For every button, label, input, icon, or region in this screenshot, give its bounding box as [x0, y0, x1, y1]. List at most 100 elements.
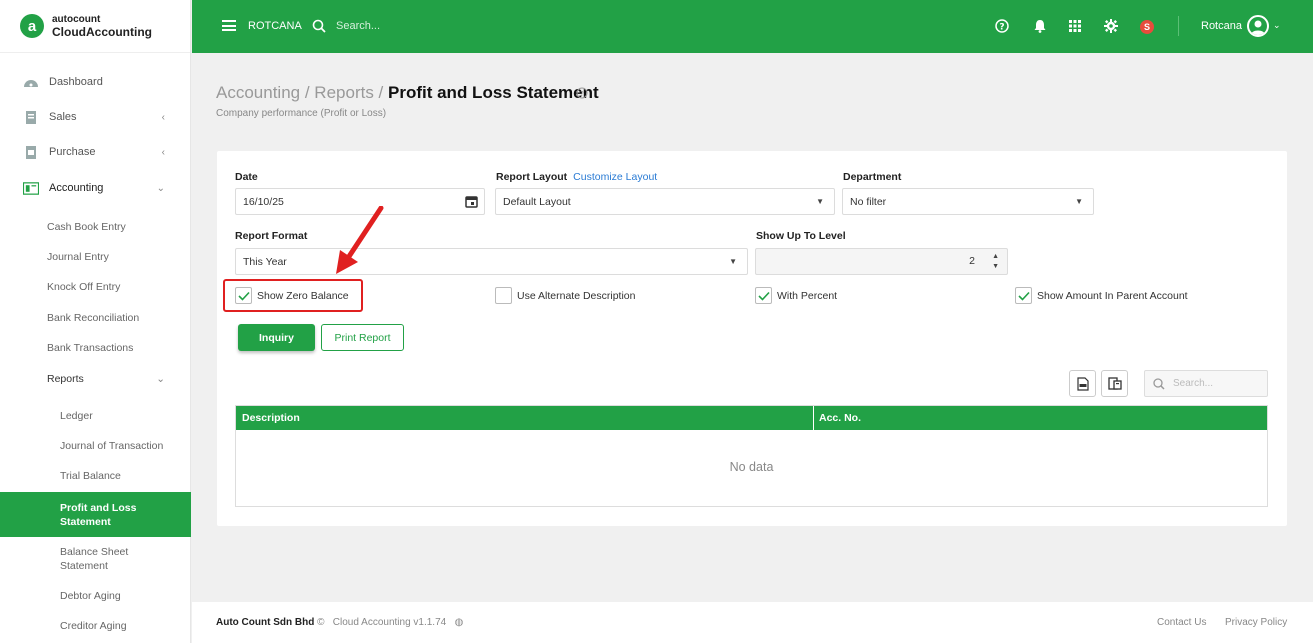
- with-percent-label: With Percent: [777, 289, 838, 302]
- help-icon[interactable]: ?: [994, 18, 1010, 34]
- parent-account-checkbox[interactable]: Show Amount In Parent Account: [1015, 287, 1188, 304]
- sidebar-item-label: Dashboard: [49, 76, 103, 88]
- accounting-icon: [23, 181, 39, 195]
- sidebar-item-balance-sheet[interactable]: Balance Sheet Statement: [0, 539, 191, 579]
- purchase-icon: [23, 145, 39, 159]
- top-search-input[interactable]: Search...: [336, 20, 380, 32]
- brand-mark: a: [20, 14, 44, 38]
- page-title: Profit and Loss Statement: [388, 83, 599, 102]
- date-label: Date: [235, 171, 258, 183]
- sidebar-item-purchase[interactable]: Purchase ‹: [0, 137, 191, 167]
- print-report-button[interactable]: Print Report: [321, 324, 404, 351]
- footer-company: Auto Count Sdn Bhd: [216, 617, 315, 628]
- breadcrumb: Accounting / Reports / Profit and Loss S…: [216, 83, 599, 102]
- globe-icon[interactable]: ◍: [455, 617, 464, 628]
- user-name[interactable]: Rotcana: [1201, 20, 1242, 32]
- table-search-placeholder: Search...: [1173, 378, 1214, 389]
- col-acc-no[interactable]: Acc. No.: [814, 406, 1267, 430]
- parent-account-label: Show Amount In Parent Account: [1037, 289, 1188, 302]
- report-layout-select[interactable]: Default Layout ▼: [495, 188, 835, 215]
- chevron-left-icon: ‹: [161, 111, 165, 123]
- caret-down-icon: ▼: [1075, 197, 1083, 206]
- sidebar-item-ledger[interactable]: Ledger: [0, 402, 191, 430]
- breadcrumb-reports[interactable]: Reports: [314, 83, 374, 102]
- sidebar-item-label: Sales: [49, 111, 77, 123]
- caret-down-icon: ▼: [729, 257, 737, 266]
- report-format-label: Report Format: [235, 230, 308, 242]
- table-search-input[interactable]: Search...: [1144, 370, 1268, 397]
- sidebar-item-journal-entry[interactable]: Journal Entry: [0, 243, 191, 271]
- sidebar-item-reports[interactable]: Reports ⌄: [0, 365, 191, 393]
- columns-icon: [1107, 377, 1122, 390]
- topbar: ROTCANA Search... ? S Rotcana ⌄: [192, 0, 1313, 53]
- sidebar-item-debtor-aging[interactable]: Debtor Aging: [0, 582, 191, 610]
- show-level-label: Show Up To Level: [756, 230, 846, 242]
- avatar[interactable]: [1247, 15, 1269, 37]
- sales-icon: [23, 110, 39, 124]
- page-subtitle: Company performance (Profit or Loss): [216, 108, 387, 119]
- sidebar-item-label: Accounting: [49, 182, 104, 194]
- export-csv-button[interactable]: [1069, 370, 1096, 397]
- sidebar-item-accounting[interactable]: Accounting ⌄: [0, 173, 191, 203]
- chevron-down-icon[interactable]: ⌄: [1273, 20, 1281, 31]
- subscription-badge[interactable]: S: [1140, 20, 1154, 34]
- sidebar-item-bank-reconciliation[interactable]: Bank Reconciliation: [0, 304, 191, 332]
- customize-layout-link[interactable]: Customize Layout: [573, 171, 657, 183]
- apps-grid-icon[interactable]: [1067, 18, 1083, 34]
- sidebar-item-knock-off-entry[interactable]: Knock Off Entry: [0, 273, 191, 301]
- chevron-left-icon: ‹: [161, 146, 165, 158]
- sidebar-item-creditor-aging[interactable]: Creditor Aging: [0, 612, 191, 640]
- sidebar-item-trial-balance[interactable]: Trial Balance: [0, 462, 191, 490]
- sidebar: a autocount CloudAccounting Dashboard Sa…: [0, 0, 191, 643]
- department-label: Department: [843, 171, 902, 183]
- report-layout-value: Default Layout: [503, 195, 571, 208]
- alternate-description-checkbox[interactable]: Use Alternate Description: [495, 287, 635, 304]
- company-name[interactable]: ROTCANA: [248, 20, 302, 32]
- department-select[interactable]: No filter ▼: [842, 188, 1094, 215]
- svg-text:?: ?: [999, 23, 1004, 33]
- sidebar-item-dashboard[interactable]: Dashboard: [0, 67, 191, 97]
- sidebar-item-bank-transactions[interactable]: Bank Transactions: [0, 334, 191, 362]
- report-layout-label-text: Report Layout: [496, 171, 568, 183]
- bell-icon[interactable]: [1032, 18, 1048, 34]
- dashboard-icon: [23, 76, 39, 89]
- sidebar-item-label: Purchase: [49, 146, 96, 158]
- brand-logo[interactable]: a autocount CloudAccounting: [0, 0, 190, 53]
- footer-version: Cloud Accounting v1.1.74: [332, 617, 447, 628]
- show-level-stepper[interactable]: 2 ▲ ▼: [755, 248, 1008, 275]
- checkbox-empty-icon: [495, 287, 512, 304]
- sidebar-item-journal-of-transaction[interactable]: Journal of Transaction: [0, 432, 191, 460]
- report-format-value: This Year: [243, 255, 287, 268]
- sidebar-item-profit-and-loss[interactable]: Profit and Loss Statement: [0, 492, 191, 537]
- search-icon: [1153, 378, 1165, 393]
- show-level-value: 2: [969, 255, 975, 267]
- search-icon[interactable]: [312, 19, 326, 36]
- breadcrumb-accounting[interactable]: Accounting: [216, 83, 300, 102]
- brand-bottom: CloudAccounting: [52, 25, 152, 39]
- with-percent-checkbox[interactable]: With Percent: [755, 287, 837, 304]
- empty-state: No data: [729, 460, 774, 474]
- col-description[interactable]: Description: [236, 406, 814, 430]
- question-circle-icon[interactable]: ?: [576, 87, 588, 102]
- gear-icon[interactable]: [1103, 18, 1119, 34]
- column-chooser-button[interactable]: [1101, 370, 1128, 397]
- contact-us-link[interactable]: Contact Us: [1157, 617, 1206, 628]
- checkmark-icon: [1015, 287, 1032, 304]
- date-value: 16/10/25: [243, 195, 284, 208]
- hamburger-menu-icon[interactable]: [222, 20, 236, 31]
- report-format-select[interactable]: This Year ▼: [235, 248, 748, 275]
- sidebar-item-sales[interactable]: Sales ‹: [0, 102, 191, 132]
- alternate-description-label: Use Alternate Description: [517, 289, 636, 302]
- svg-text:?: ?: [580, 90, 584, 98]
- report-table: Description Acc. No. No data: [235, 405, 1268, 507]
- sidebar-item-label: Reports: [47, 373, 84, 385]
- spinner-icon[interactable]: ▲ ▼: [992, 252, 999, 272]
- topbar-divider: [1178, 16, 1179, 36]
- inquiry-button[interactable]: Inquiry: [238, 324, 315, 351]
- annotation-arrow-icon: [336, 206, 384, 274]
- privacy-policy-link[interactable]: Privacy Policy: [1225, 617, 1287, 628]
- report-layout-label: Report Layout Customize Layout: [496, 171, 657, 183]
- department-value: No filter: [850, 195, 887, 208]
- calendar-icon[interactable]: [465, 195, 478, 211]
- sidebar-item-cash-book-entry[interactable]: Cash Book Entry: [0, 213, 191, 241]
